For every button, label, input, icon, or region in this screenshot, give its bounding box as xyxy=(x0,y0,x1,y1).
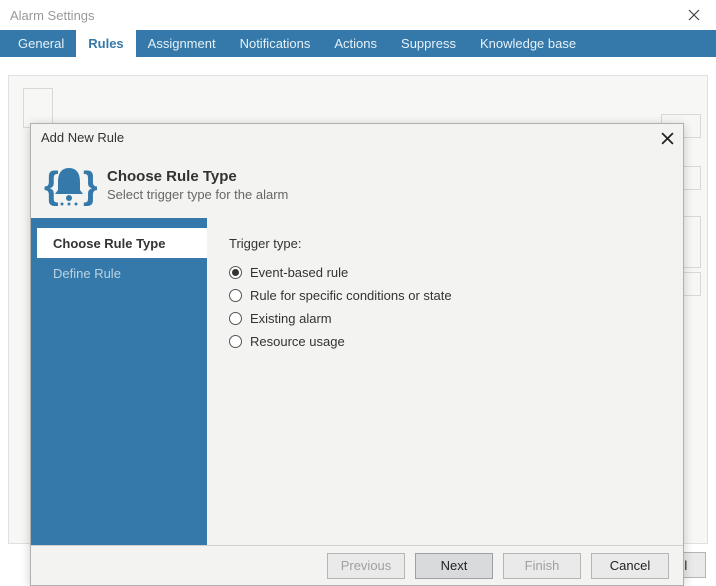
dialog-header: { } Choose Rule Type Select trigger type… xyxy=(31,152,683,218)
tab-suppress[interactable]: Suppress xyxy=(389,30,468,57)
option-label: Event-based rule xyxy=(250,265,348,280)
svg-text:}: } xyxy=(83,165,97,207)
dialog-footer: Previous Next Finish Cancel xyxy=(31,545,683,585)
option-existing-alarm[interactable]: Existing alarm xyxy=(229,311,661,326)
dialog-body: Choose Rule Type Define Rule Trigger typ… xyxy=(31,218,683,545)
radio-icon xyxy=(229,312,242,325)
option-label: Resource usage xyxy=(250,334,345,349)
radio-icon xyxy=(229,266,242,279)
tab-rules[interactable]: Rules xyxy=(76,30,135,57)
trigger-type-label: Trigger type: xyxy=(229,236,661,251)
tab-actions[interactable]: Actions xyxy=(322,30,389,57)
dialog-header-subtitle: Select trigger type for the alarm xyxy=(107,187,288,202)
tab-notifications[interactable]: Notifications xyxy=(228,30,323,57)
dialog-header-text: Choose Rule Type Select trigger type for… xyxy=(107,168,288,202)
bg-box xyxy=(23,88,53,128)
close-icon xyxy=(688,9,700,21)
window-close-button[interactable] xyxy=(674,1,714,29)
bg-box xyxy=(681,272,701,296)
tab-general[interactable]: General xyxy=(6,30,76,57)
option-label: Rule for specific conditions or state xyxy=(250,288,452,303)
previous-button[interactable]: Previous xyxy=(327,553,405,579)
radio-icon xyxy=(229,335,242,348)
next-button[interactable]: Next xyxy=(415,553,493,579)
dialog-title: Add New Rule xyxy=(41,130,124,145)
option-event-based-rule[interactable]: Event-based rule xyxy=(229,265,661,280)
tab-assignment[interactable]: Assignment xyxy=(136,30,228,57)
svg-text:{: { xyxy=(44,165,59,207)
tab-knowledge-base[interactable]: Knowledge base xyxy=(468,30,588,57)
bg-box xyxy=(681,216,701,268)
step-choose-rule-type[interactable]: Choose Rule Type xyxy=(37,228,207,258)
step-define-rule[interactable]: Define Rule xyxy=(31,258,207,288)
close-icon xyxy=(661,132,674,145)
tabbar: General Rules Assignment Notifications A… xyxy=(0,30,716,57)
alarm-bell-icon: { } xyxy=(41,160,97,210)
finish-button[interactable]: Finish xyxy=(503,553,581,579)
dialog-cancel-button[interactable]: Cancel xyxy=(591,553,669,579)
window-body: Save Cancel Add New Rule { } Choose Rule… xyxy=(0,57,716,586)
window-title: Alarm Settings xyxy=(10,8,674,23)
option-resource-usage[interactable]: Resource usage xyxy=(229,334,661,349)
dialog-close-button[interactable] xyxy=(659,130,675,146)
titlebar: Alarm Settings xyxy=(0,0,716,30)
wizard-steps: Choose Rule Type Define Rule xyxy=(31,218,207,545)
option-specific-conditions[interactable]: Rule for specific conditions or state xyxy=(229,288,661,303)
add-new-rule-dialog: Add New Rule { } Choose Rule Type Select… xyxy=(30,123,684,586)
option-label: Existing alarm xyxy=(250,311,332,326)
dialog-header-title: Choose Rule Type xyxy=(107,168,288,185)
radio-icon xyxy=(229,289,242,302)
dialog-content: Trigger type: Event-based rule Rule for … xyxy=(207,218,683,545)
